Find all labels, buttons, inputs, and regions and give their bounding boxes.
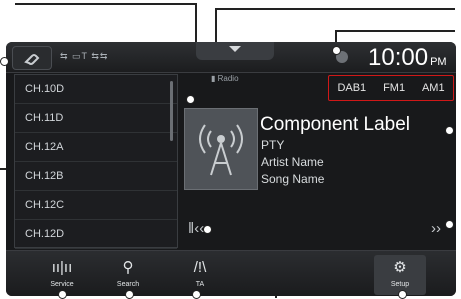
channel-item[interactable]: CH.12A xyxy=(15,133,177,162)
radio-label: Radio xyxy=(217,74,239,83)
band-selector: DAB1 FM1 AM1 xyxy=(328,75,454,101)
radio-indicator: ▮ Radio xyxy=(211,74,239,83)
service-icon: ıı|ıı xyxy=(51,259,73,276)
top-bar: ⇆ ▭T ⇆⇆ 10:00 PM xyxy=(6,42,456,73)
callout-dot xyxy=(445,126,454,135)
traffic-icon: /!\ xyxy=(193,259,207,276)
artist-name: Artist Name xyxy=(261,155,324,169)
channel-item[interactable]: CH.12C xyxy=(15,191,177,220)
clock-suffix: PM xyxy=(430,56,447,68)
band-fm1[interactable]: FM1 xyxy=(383,82,405,94)
pty-label: PTY xyxy=(261,138,285,152)
channel-item[interactable]: CH.12B xyxy=(15,162,177,191)
gear-icon: ⚙ xyxy=(393,259,407,276)
bottom-bar: ıı|ıı Service ⚲ Search /!\ TA ⚙ Setup xyxy=(6,250,456,296)
band-am1[interactable]: AM1 xyxy=(422,82,445,94)
channel-item[interactable]: CH.10D xyxy=(15,75,177,104)
album-art xyxy=(184,108,258,190)
callout-line xyxy=(215,8,455,10)
channel-item[interactable]: CH.11D xyxy=(15,104,177,133)
callout-dot xyxy=(186,95,195,104)
dropdown-tab[interactable] xyxy=(196,42,274,60)
song-name: Song Name xyxy=(261,172,325,186)
ta-label: TA xyxy=(195,281,205,288)
band-dab1[interactable]: DAB1 xyxy=(337,82,366,94)
channel-list: CH.10D CH.11D CH.12A CH.12B CH.12C CH.12… xyxy=(14,74,178,249)
head-unit-screen: ⇆ ▭T ⇆⇆ 10:00 PM ▮ Radio DAB1 FM1 AM1 CH.… xyxy=(6,42,456,296)
seek-forward-button[interactable]: ›› xyxy=(431,220,441,237)
callout-dot xyxy=(332,46,341,55)
setup-button[interactable]: ⚙ Setup xyxy=(374,255,426,295)
service-label: Service xyxy=(50,281,74,288)
clock-time: 10:00 xyxy=(368,44,429,71)
status-icons: ⇆ ▭T ⇆⇆ xyxy=(60,51,109,61)
clock: 10:00 PM xyxy=(368,44,447,72)
callout-dot xyxy=(0,57,9,66)
channel-item[interactable]: CH.12D xyxy=(15,220,177,249)
search-label: Search xyxy=(116,281,140,288)
callout-dot xyxy=(203,225,212,234)
list-scrollbar[interactable] xyxy=(170,81,173,141)
antenna-icon xyxy=(199,124,243,176)
seek-back-button[interactable]: ‖‹‹ xyxy=(188,220,204,237)
search-icon: ⚲ xyxy=(122,259,134,276)
setup-label: Setup xyxy=(390,281,410,288)
service-button[interactable]: ıı|ıı Service xyxy=(36,255,88,295)
callout-line xyxy=(335,30,455,32)
ta-button[interactable]: /!\ TA xyxy=(174,255,226,295)
search-button[interactable]: ⚲ Search xyxy=(102,255,154,295)
phone-button[interactable] xyxy=(12,46,52,70)
track-title: Component Label xyxy=(260,114,410,135)
callout-line xyxy=(15,3,195,5)
phone-icon xyxy=(24,54,40,65)
callout-dot xyxy=(445,220,454,229)
